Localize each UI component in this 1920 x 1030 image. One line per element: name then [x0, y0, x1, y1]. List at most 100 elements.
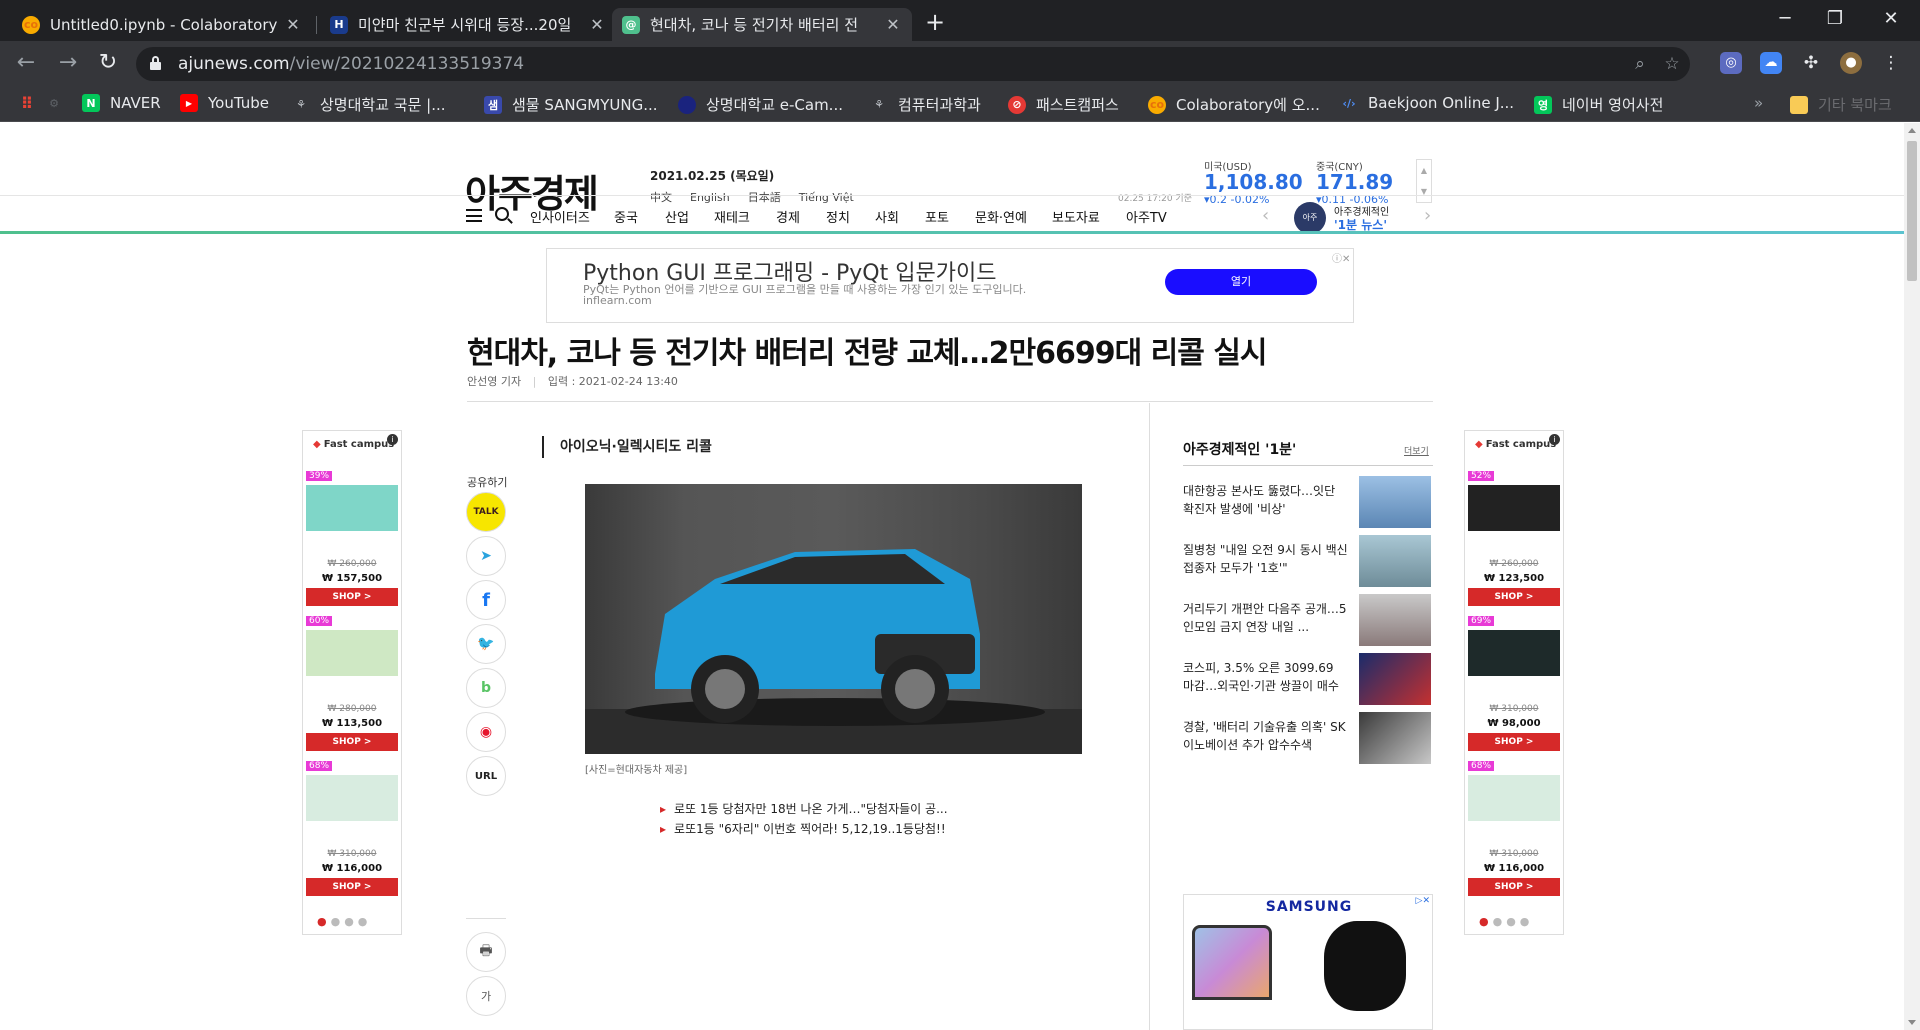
- shop-button[interactable]: SHOP >: [306, 733, 398, 751]
- news-thumbnail[interactable]: [1359, 476, 1431, 528]
- sidebar-news-item[interactable]: 경찰, '배터리 기술유출 의혹' SK이노베이션 추가 압수수색: [1183, 712, 1433, 768]
- lang-english[interactable]: English: [690, 191, 730, 204]
- nav-culture[interactable]: 문화·연예: [975, 207, 1027, 226]
- related-link[interactable]: 로또 1등 당첨자만 18번 나온 가게…"당첨자들이 공...: [660, 800, 947, 817]
- vertical-scrollbar[interactable]: [1904, 123, 1920, 1030]
- hamburger-menu-icon[interactable]: [466, 209, 482, 222]
- shop-button[interactable]: SHOP >: [1468, 878, 1560, 896]
- one-minute-news-badge[interactable]: 아주: [1294, 202, 1326, 234]
- print-button[interactable]: 🖶: [466, 932, 506, 972]
- extensions-puzzle-icon[interactable]: ✣: [1800, 52, 1822, 74]
- ad-item[interactable]: 68% ₩ 310,000 ₩ 116,000 SHOP >: [1468, 761, 1560, 906]
- news-thumbnail[interactable]: [1359, 653, 1431, 705]
- profile-avatar[interactable]: ●: [1840, 52, 1862, 74]
- close-tab-icon[interactable]: ✕: [588, 15, 606, 34]
- scroll-down-arrow[interactable]: [1908, 1020, 1916, 1025]
- close-tab-icon[interactable]: ✕: [284, 15, 302, 34]
- news-title[interactable]: 경찰, '배터리 기술유출 의혹' SK이노베이션 추가 압수수색: [1183, 718, 1348, 754]
- bookmark-baekjoon[interactable]: ‹/› Baekjoon Online J...: [1340, 94, 1514, 112]
- nav-society[interactable]: 사회: [875, 207, 899, 226]
- shop-button[interactable]: SHOP >: [1468, 733, 1560, 751]
- carousel-dots[interactable]: ●●●●: [317, 915, 371, 928]
- search-icon[interactable]: [495, 207, 509, 221]
- new-tab-button[interactable]: +: [920, 8, 950, 38]
- tab-news[interactable]: H 미얀마 친군부 시위대 등장...20일 ✕: [320, 8, 616, 41]
- telegram-share-button[interactable]: ➤: [466, 536, 506, 576]
- shop-button[interactable]: SHOP >: [306, 588, 398, 606]
- nav-china[interactable]: 중국: [614, 207, 638, 226]
- restore-button[interactable]: ❐: [1810, 0, 1860, 38]
- ad-item[interactable]: 60% ₩ 280,000 ₩ 113,500 SHOP >: [306, 616, 398, 761]
- close-tab-icon[interactable]: ✕: [884, 15, 902, 34]
- news-thumbnail[interactable]: [1359, 594, 1431, 646]
- menu-kebab-icon[interactable]: ⋮: [1880, 52, 1902, 74]
- bookmark-fastcampus[interactable]: ⊘ 패스트캠퍼스: [1008, 94, 1119, 115]
- nav-industry[interactable]: 산업: [665, 207, 689, 226]
- other-bookmarks[interactable]: 기타 북마크: [1790, 94, 1892, 115]
- address-bar[interactable]: ajunews.com/view/20210224133519374 ⌕ ☆: [136, 47, 1690, 81]
- fastcampus-ad-right[interactable]: Fast campus i 52% ₩ 260,000 ₩ 123,500 SH…: [1464, 430, 1564, 935]
- sidebar-news-item[interactable]: 질병청 "내일 오전 9시 동시 백신 접종자 모두가 '1호'": [1183, 535, 1433, 591]
- bookmark-saemmul[interactable]: 샘 샘물 SANGMYUNG...: [484, 94, 658, 115]
- news-title[interactable]: 대한항공 본사도 뚫렸다…잇단 확진자 발생에 '비상': [1183, 482, 1348, 518]
- related-link[interactable]: 로또1등 "6자리" 이번호 찍어라! 5,12,19..1등당첨!!: [660, 820, 946, 837]
- bookmark-naver-dict[interactable]: 영 네이버 영어사전: [1534, 94, 1663, 115]
- reload-button[interactable]: ↻: [94, 49, 122, 77]
- close-window-button[interactable]: ✕: [1866, 0, 1916, 38]
- ad-item[interactable]: 52% ₩ 260,000 ₩ 123,500 SHOP >: [1468, 471, 1560, 616]
- kakaotalk-share-button[interactable]: TALK: [466, 492, 506, 532]
- nav-economy[interactable]: 경제: [776, 207, 800, 226]
- lock-icon[interactable]: [150, 56, 161, 70]
- forward-button[interactable]: →: [54, 49, 82, 77]
- nav-photo[interactable]: 포토: [925, 207, 949, 226]
- fastcampus-ad-left[interactable]: Fast campus i 39% ₩ 260,000 ₩ 157,500 SH…: [302, 430, 402, 935]
- bookmarks-overflow-button[interactable]: »: [1754, 94, 1763, 112]
- zoom-search-icon[interactable]: ⌕: [1628, 52, 1652, 76]
- ad-info-icon[interactable]: i: [387, 434, 398, 445]
- ad-close-icon[interactable]: ⓘ✕: [1332, 250, 1350, 265]
- lang-japanese[interactable]: 日本語: [748, 191, 781, 204]
- samsung-ad[interactable]: SAMSUNG ▷✕: [1183, 894, 1433, 1030]
- top-banner-ad[interactable]: Python GUI 프로그래밍 - PyQt 입문가이드 PyQt는 Pyth…: [546, 248, 1354, 323]
- copy-url-button[interactable]: URL: [466, 756, 506, 796]
- lang-chinese[interactable]: 中文: [650, 191, 672, 204]
- shop-button[interactable]: SHOP >: [1468, 588, 1560, 606]
- nav-insiders[interactable]: 인사이터즈: [530, 207, 590, 226]
- ad-item[interactable]: 69% ₩ 310,000 ₩ 98,000 SHOP >: [1468, 616, 1560, 761]
- nav-press[interactable]: 보도자료: [1052, 207, 1100, 226]
- sidebar-news-item[interactable]: 코스피, 3.5% 오른 3099.69 마감…외국인·기관 쌍끌이 매수: [1183, 653, 1433, 709]
- chevron-right-icon[interactable]: ›: [1424, 205, 1431, 226]
- adchoices-icon[interactable]: ▷✕: [1416, 896, 1430, 906]
- twitter-share-button[interactable]: 🐦: [466, 624, 506, 664]
- extension-icon[interactable]: ◎: [1720, 52, 1742, 74]
- bookmark-star-icon[interactable]: ☆: [1660, 52, 1684, 76]
- ad-item[interactable]: 39% ₩ 260,000 ₩ 157,500 SHOP >: [306, 471, 398, 616]
- news-title[interactable]: 거리두기 개편안 다음주 공개…5인모임 금지 연장 내일 ...: [1183, 600, 1348, 636]
- news-thumbnail[interactable]: [1359, 712, 1431, 764]
- nav-finance[interactable]: 재테크: [714, 207, 750, 226]
- scrollbar-thumb[interactable]: [1907, 141, 1917, 281]
- band-share-button[interactable]: b: [466, 668, 506, 708]
- weibo-share-button[interactable]: ◉: [466, 712, 506, 752]
- tab-colab[interactable]: co Untitled0.ipynb - Colaboratory ✕: [12, 8, 312, 41]
- news-title[interactable]: 코스피, 3.5% 오른 3099.69 마감…외국인·기관 쌍끌이 매수: [1183, 659, 1348, 695]
- lang-vietnamese[interactable]: Tiếng Việt: [799, 191, 854, 204]
- fx-up-button[interactable]: ▲: [1417, 160, 1431, 181]
- ad-item[interactable]: 68% ₩ 310,000 ₩ 116,000 SHOP >: [306, 761, 398, 906]
- bookmark-sangmyung-korean[interactable]: ⚘ 상명대학교 국문 |...: [292, 94, 445, 115]
- fx-down-button[interactable]: ▼: [1417, 181, 1431, 202]
- cloud-extension-icon[interactable]: ☁: [1760, 52, 1782, 74]
- scroll-up-arrow[interactable]: [1908, 128, 1916, 133]
- nav-politics[interactable]: 정치: [826, 207, 850, 226]
- back-button[interactable]: ←: [12, 49, 40, 77]
- nav-ajutv[interactable]: 아주TV: [1126, 207, 1167, 226]
- news-thumbnail[interactable]: [1359, 535, 1431, 587]
- bookmark-ecampus[interactable]: 상명대학교 e-Cam...: [678, 94, 843, 115]
- bookmark-youtube[interactable]: ▶ YouTube: [180, 94, 269, 112]
- bookmark-naver[interactable]: N NAVER: [82, 94, 161, 112]
- carousel-dots[interactable]: ●●●●: [1479, 915, 1533, 928]
- news-title[interactable]: 질병청 "내일 오전 9시 동시 백신 접종자 모두가 '1호'": [1183, 541, 1348, 577]
- sidebar-more-link[interactable]: 더보기: [1404, 444, 1429, 457]
- bookmark-cs-dept[interactable]: ⚘ 컴퓨터과학과: [870, 94, 981, 115]
- tab-ajunews[interactable]: @ 현대차, 코나 등 전기차 배터리 전 ✕: [612, 8, 912, 41]
